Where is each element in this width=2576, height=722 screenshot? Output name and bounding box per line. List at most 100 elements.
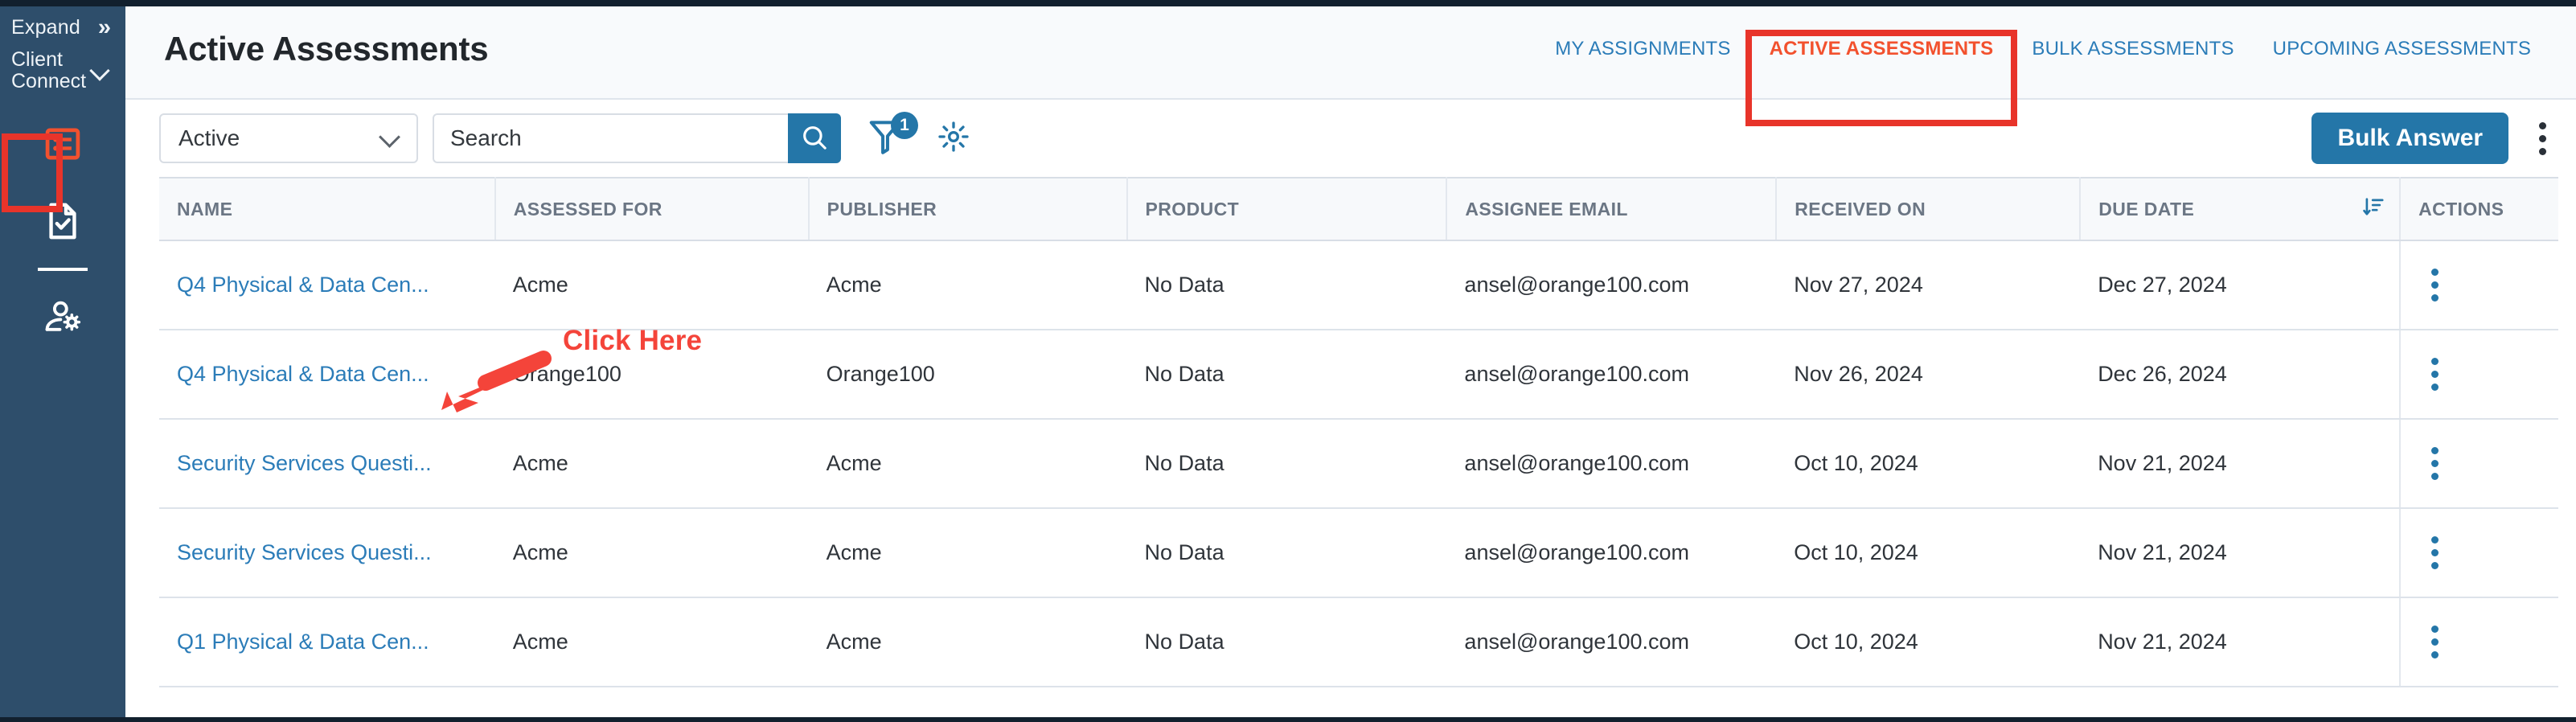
cell-assignee-email: ansel@orange100.com xyxy=(1446,419,1777,509)
kebab-dot xyxy=(2538,134,2546,142)
cell-assessed-for: Acme xyxy=(494,597,809,687)
kebab-dot xyxy=(2430,549,2439,556)
cell-actions xyxy=(2399,419,2559,509)
column-header-received-on[interactable]: RECEIVED ON xyxy=(1776,177,2082,241)
tab-upcoming-assessments[interactable]: UPCOMING ASSESSMENTS xyxy=(2254,38,2550,60)
assessment-name-link[interactable]: Security Services Questi... xyxy=(177,451,432,475)
cell-name: Q1 Physical & Data Cen... xyxy=(159,597,495,687)
sidebar-expand-label: Expand xyxy=(11,16,80,39)
sidebar-item-assessments[interactable] xyxy=(0,105,125,183)
tab-active-assessments[interactable]: ACTIVE ASSESSMENTS xyxy=(1750,38,2013,60)
kebab-dot xyxy=(2430,536,2439,544)
tab-bulk-assessments[interactable]: BULK ASSESSMENTS xyxy=(2012,38,2253,60)
cell-assignee-email: ansel@orange100.com xyxy=(1446,508,1777,598)
assessment-name-link[interactable]: Security Services Questi... xyxy=(177,540,432,564)
kebab-dot xyxy=(2538,121,2546,129)
kebab-dot xyxy=(2430,269,2439,276)
sidebar-client-connect-toggle[interactable]: Client Connect xyxy=(0,43,125,101)
header-tabs: MY ASSIGNMENTS ACTIVE ASSESSMENTS BULK A… xyxy=(1536,30,2558,126)
cell-product: No Data xyxy=(1126,508,1447,598)
status-filter-select[interactable]: Active xyxy=(159,113,418,163)
cell-assessed-for: Orange100 xyxy=(494,330,809,420)
user-gear-icon xyxy=(44,300,81,332)
kebab-dot xyxy=(2430,473,2439,480)
cell-product: No Data xyxy=(1126,240,1447,330)
table-row[interactable]: Security Services Questi... Acme Acme No… xyxy=(159,419,2559,509)
kebab-dot xyxy=(2430,626,2439,633)
chevron-down-icon xyxy=(90,60,111,81)
kebab-dot xyxy=(2430,358,2439,365)
row-overflow-menu[interactable] xyxy=(2422,269,2447,302)
column-header-product[interactable]: PRODUCT xyxy=(1126,177,1448,241)
sidebar-nav xyxy=(0,105,125,355)
search-button[interactable] xyxy=(788,113,841,163)
tab-my-assignments[interactable]: MY ASSIGNMENTS xyxy=(1536,38,1749,60)
gear-icon xyxy=(937,121,970,157)
table-body: Q4 Physical & Data Cen... Acme Acme No D… xyxy=(159,240,2559,687)
sidebar-divider xyxy=(38,268,88,271)
kebab-dot xyxy=(2430,371,2439,378)
chevron-double-right-icon: » xyxy=(97,14,111,40)
cell-name: Q4 Physical & Data Cen... xyxy=(159,330,495,420)
row-overflow-menu[interactable] xyxy=(2422,536,2447,569)
toolbar-overflow-menu[interactable] xyxy=(2529,113,2555,163)
column-header-assessed-for[interactable]: ASSESSED FOR xyxy=(494,177,810,241)
cell-received-on: Oct 10, 2024 xyxy=(1776,597,2081,687)
table-row[interactable]: Security Services Questi... Acme Acme No… xyxy=(159,508,2559,598)
cell-product: No Data xyxy=(1126,419,1447,509)
table-row[interactable]: Q4 Physical & Data Cen... Acme Acme No D… xyxy=(159,240,2559,330)
search-icon xyxy=(801,124,828,154)
filter-button[interactable]: 1 xyxy=(863,112,918,163)
cell-name: Q4 Physical & Data Cen... xyxy=(159,240,495,330)
column-header-due-date[interactable]: DUE DATE xyxy=(2080,177,2402,241)
table-row[interactable]: Q1 Physical & Data Cen... Acme Acme No D… xyxy=(159,597,2559,687)
cell-due-date: Nov 21, 2024 xyxy=(2080,419,2401,509)
page-title: Active Assessments xyxy=(164,30,489,68)
column-header-publisher[interactable]: PUBLISHER xyxy=(808,177,1128,241)
cell-assignee-email: ansel@orange100.com xyxy=(1446,240,1777,330)
assessment-name-link[interactable]: Q4 Physical & Data Cen... xyxy=(177,273,429,297)
kebab-dot xyxy=(2430,447,2439,454)
cell-due-date: Dec 27, 2024 xyxy=(2080,240,2401,330)
cell-assignee-email: ansel@orange100.com xyxy=(1446,597,1777,687)
assessments-table: NAME ASSESSED FOR PUBLISHER PRODUCT ASSI… xyxy=(159,177,2559,687)
sidebar-item-user-settings[interactable] xyxy=(0,277,125,355)
column-header-assignee-email[interactable]: ASSIGNEE EMAIL xyxy=(1446,177,1778,241)
search-group xyxy=(433,113,841,163)
assessments-table-container: NAME ASSESSED FOR PUBLISHER PRODUCT ASSI… xyxy=(125,177,2576,687)
sidebar-item-documents[interactable] xyxy=(0,183,125,260)
cell-actions xyxy=(2399,240,2559,330)
table-head: NAME ASSESSED FOR PUBLISHER PRODUCT ASSI… xyxy=(159,177,2559,241)
cell-received-on: Nov 27, 2024 xyxy=(1776,240,2081,330)
kebab-dot xyxy=(2430,460,2439,467)
sort-descending-icon[interactable] xyxy=(2362,195,2385,223)
cell-name: Security Services Questi... xyxy=(159,419,495,509)
page-header: Active Assessments MY ASSIGNMENTS ACTIVE… xyxy=(125,0,2576,126)
row-overflow-menu[interactable] xyxy=(2422,626,2447,658)
filter-count-badge: 1 xyxy=(891,112,918,139)
assessment-name-link[interactable]: Q4 Physical & Data Cen... xyxy=(177,362,429,386)
cell-publisher: Acme xyxy=(808,240,1127,330)
chevron-down-icon xyxy=(379,128,400,149)
kebab-dot xyxy=(2538,147,2546,155)
sidebar-client-connect-label: Client Connect xyxy=(11,48,87,92)
bulk-answer-button[interactable]: Bulk Answer xyxy=(2311,113,2509,164)
kebab-dot xyxy=(2430,562,2439,569)
assessment-name-link[interactable]: Q1 Physical & Data Cen... xyxy=(177,630,429,654)
row-overflow-menu[interactable] xyxy=(2422,447,2447,480)
sidebar: Expand » Client Connect xyxy=(0,0,125,722)
sidebar-expand-toggle[interactable]: Expand » xyxy=(0,11,125,43)
row-overflow-menu[interactable] xyxy=(2422,358,2447,391)
app-root: Expand » Client Connect Active Assessmen… xyxy=(0,0,2576,722)
column-settings-button[interactable] xyxy=(934,113,973,163)
cell-assessed-for: Acme xyxy=(494,240,809,330)
search-input[interactable] xyxy=(433,113,788,163)
table-toolbar: Active Search 1 Bulk Answer xyxy=(125,100,2576,177)
cell-product: No Data xyxy=(1126,330,1447,420)
column-header-name[interactable]: NAME xyxy=(159,177,496,241)
main-content: Active Assessments MY ASSIGNMENTS ACTIVE… xyxy=(125,0,2576,722)
cell-publisher: Orange100 xyxy=(808,330,1127,420)
table-row[interactable]: Q4 Physical & Data Cen... Orange100 Oran… xyxy=(159,330,2559,420)
kebab-dot xyxy=(2430,638,2439,646)
list-checklist-icon xyxy=(45,128,80,160)
